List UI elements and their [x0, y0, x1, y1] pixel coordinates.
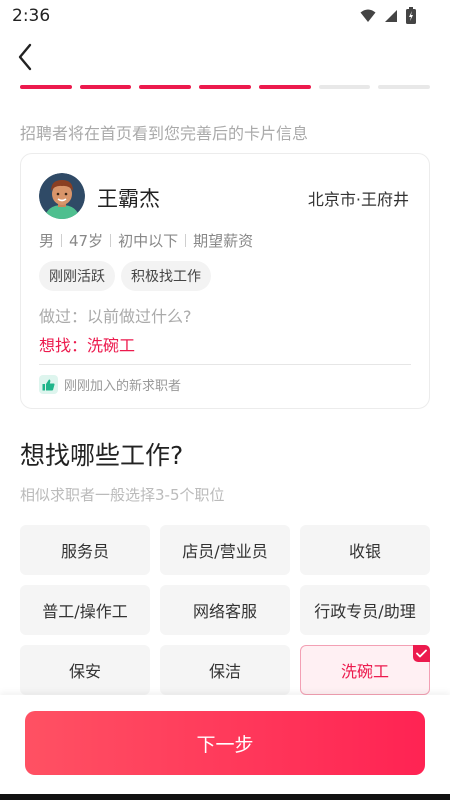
progress-segment: [258, 85, 311, 89]
progress-segment: [139, 85, 192, 89]
job-options-grid: 服务员 店员/营业员 收银 普工/操作工 网络客服 行政专员/助理 保安 保洁 …: [20, 525, 430, 695]
thumbs-up-icon: [39, 375, 58, 394]
meta-divider: [110, 234, 112, 247]
job-option-label: 保安: [68, 662, 101, 681]
signal-icon: [385, 9, 397, 22]
checkmark-icon: [413, 645, 430, 662]
age-text: 47岁: [69, 232, 104, 250]
wanted-jobs-text: 想找：洗碗工: [39, 336, 136, 355]
job-option[interactable]: 行政专员/助理: [300, 585, 430, 635]
job-option-label: 洗碗工: [340, 662, 389, 681]
meta-divider: [61, 234, 63, 247]
job-option-label: 服务员: [60, 542, 109, 561]
status-time: 2:36: [12, 6, 51, 26]
back-button[interactable]: [10, 40, 40, 74]
job-option[interactable]: 店员/营业员: [160, 525, 290, 575]
profile-preview-card: 王霸杰 北京市·王府井 男 47岁 初中以下 期望薪资 刚刚活跃 积极找工作 做…: [20, 153, 430, 409]
section-title: 想找哪些工作?: [20, 441, 184, 470]
meta-divider: [185, 234, 187, 247]
tag-active: 刚刚活跃: [39, 261, 115, 291]
candidate-meta: 男 47岁 初中以下 期望薪资: [39, 230, 253, 251]
job-option[interactable]: 收银: [300, 525, 430, 575]
new-seeker-text: 刚刚加入的新求职者: [64, 379, 182, 394]
job-option-label: 店员/营业员: [182, 542, 268, 561]
status-icons: [360, 7, 416, 24]
job-option[interactable]: 普工/操作工: [20, 585, 150, 635]
progress-segment: [79, 85, 132, 89]
system-nav-bar: [0, 794, 450, 800]
job-option-label: 行政专员/助理: [314, 602, 416, 621]
job-option-label: 收银: [348, 542, 381, 561]
education-text: 初中以下: [118, 232, 179, 250]
section-subtitle: 相似求职者一般选择3-5个职位: [20, 486, 225, 504]
expected-salary-text: 期望薪资: [193, 232, 254, 250]
candidate-tags: 刚刚活跃 积极找工作: [39, 261, 211, 291]
chevron-left-icon: [18, 43, 32, 71]
job-option-label: 网络客服: [192, 602, 257, 621]
candidate-location: 北京市·王府井: [307, 190, 409, 209]
past-jobs-text: 做过：以前做过什么?: [39, 307, 192, 326]
wifi-icon: [360, 9, 376, 22]
card-hint: 招聘者将在首页看到您完善后的卡片信息: [20, 124, 309, 143]
status-bar: 2:36: [0, 0, 450, 32]
battery-icon: [406, 7, 416, 24]
job-option-selected[interactable]: 洗碗工: [300, 645, 430, 695]
avatar: [39, 173, 85, 219]
new-seeker-note: 刚刚加入的新求职者: [39, 375, 181, 394]
job-option[interactable]: 服务员: [20, 525, 150, 575]
progress-segment: [378, 85, 431, 89]
progress-segment: [20, 85, 72, 89]
progress-segment: [199, 85, 251, 89]
tag-job-seeking: 积极找工作: [121, 261, 211, 291]
card-divider: [39, 364, 411, 365]
job-option-label: 普工/操作工: [42, 602, 128, 621]
job-option-label: 保洁: [208, 662, 241, 681]
gender-text: 男: [39, 232, 55, 250]
step-progress: [20, 85, 431, 89]
job-option[interactable]: 保安: [20, 645, 150, 695]
progress-segment: [318, 85, 371, 89]
next-step-button[interactable]: 下一步: [25, 711, 425, 775]
job-option[interactable]: 网络客服: [160, 585, 290, 635]
job-option[interactable]: 保洁: [160, 645, 290, 695]
candidate-name: 王霸杰: [97, 187, 160, 211]
